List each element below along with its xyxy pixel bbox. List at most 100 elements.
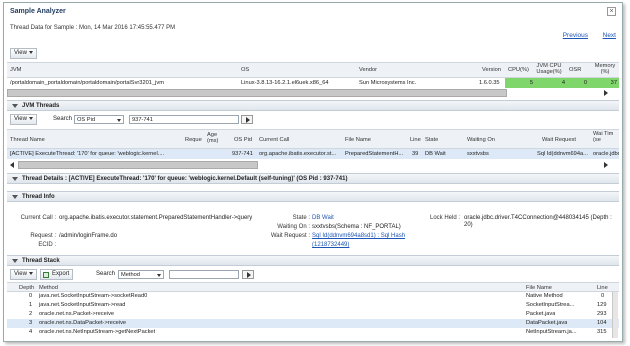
dialog-subtitle: Thread Data for Sample : Mon, 14 Mar 201…	[10, 25, 176, 31]
stack-row[interactable]: 0 java.net.SocketInputStream->socketRead…	[7, 292, 619, 301]
view-label: View	[14, 271, 27, 277]
stack-table-body: 0 java.net.SocketInputStream->socketRead…	[7, 292, 619, 340]
stack-vertical-scrollbar[interactable]	[612, 292, 618, 338]
lock-held-label: Lock Held :	[430, 215, 461, 221]
stack-row[interactable]: 1 java.net.SocketInputStream->read Socke…	[7, 301, 619, 310]
export-icon	[43, 272, 49, 278]
state-label: State :	[292, 215, 310, 221]
jvm-memory: 37	[589, 78, 619, 88]
stack-search-go-button[interactable]	[242, 270, 254, 279]
stack-view-menu[interactable]: View	[10, 269, 37, 280]
col-method: Method	[39, 285, 58, 291]
scroll-right-icon[interactable]	[604, 90, 608, 96]
col-line: Line	[597, 285, 608, 291]
jvm-horizontal-scrollbar[interactable]	[7, 89, 507, 97]
col-cpu: CPU(%)	[508, 67, 529, 73]
request-label: Request :	[30, 233, 56, 239]
jvm-threads-section-header[interactable]: JVM Threads	[7, 100, 619, 111]
col-os-pid: OS Pid	[234, 137, 253, 143]
threads-search-input[interactable]: 937-741	[129, 115, 239, 124]
state-value: DB Wait	[312, 215, 334, 221]
thread-line-cell: 39	[412, 151, 419, 157]
jvm-vendor: Sun Microsystems Inc.	[359, 80, 417, 86]
thread-info-header[interactable]: Thread Info	[7, 191, 619, 202]
col-age: Age (ms)	[207, 132, 219, 144]
stack-row[interactable]: 4 oracle.net.ns.NetInputStream->getNextP…	[7, 328, 619, 337]
stack-search-input[interactable]	[169, 270, 239, 279]
stack-method: oracle.net.ns.NetInputStream->getNextPac…	[39, 329, 156, 335]
threads-view-menu[interactable]: View	[10, 114, 37, 125]
thread-name-cell: [ACTIVE] ExecuteThread: '170' for queue:…	[10, 151, 165, 157]
thread-details-header[interactable]: Thread Details : [ACTIVE] ExecuteThread:…	[7, 173, 619, 184]
col-file-name: File Name	[345, 137, 371, 143]
stack-line: 315	[597, 329, 607, 335]
search-field-value: Method	[121, 272, 140, 278]
col-os: OS	[241, 67, 250, 73]
threads-table-header: Thread Name Reque Age (ms) OS Pid Curren…	[7, 129, 619, 149]
col-current-call: Current Call	[259, 137, 290, 143]
stack-file: Native Method	[526, 293, 563, 299]
ecid-label: ECID :	[38, 242, 56, 248]
col-line: Line	[410, 137, 421, 143]
view-label: View	[14, 116, 27, 122]
sample-analyzer-dialog: Sample Analyzer × Thread Data for Sample…	[3, 2, 623, 342]
collapse-triangle-icon	[12, 177, 18, 181]
view-label: View	[14, 50, 27, 56]
threads-search-field-select[interactable]: OS Pid	[74, 115, 124, 124]
collapse-triangle-icon	[12, 104, 18, 108]
jvm-name: /portaldomain_portaldomain/portaldomain/…	[10, 80, 164, 86]
stack-line: 129	[597, 302, 607, 308]
threads-table-row[interactable]: [ACTIVE] ExecuteThread: '170' for queue:…	[7, 149, 619, 159]
stack-row[interactable]: 3 oracle.net.ns.DataPacket->receive Data…	[7, 319, 619, 328]
scroll-left-icon[interactable]	[10, 162, 14, 168]
jvm-table-header: JVM OS Vendor Version CPU(%) JVM CPU Usa…	[7, 62, 619, 78]
col-request: Reque	[185, 137, 202, 143]
previous-link[interactable]: Previous	[563, 32, 588, 39]
thread-current-call-cell: org.apache.ibatis.executor.st...	[259, 151, 337, 157]
thread-stack-title: Thread Stack	[22, 258, 60, 264]
stack-table-header: Depth Method File Name Line	[7, 282, 619, 292]
thread-info-title: Thread Info	[22, 194, 55, 200]
col-depth: Depth	[19, 285, 35, 291]
col-thread-name: Thread Name	[10, 137, 45, 143]
jvm-table-row[interactable]: /portaldomain_portaldomain/portaldomain/…	[7, 78, 619, 88]
stack-method: oracle.net.ns.DataPacket->receive	[39, 320, 127, 326]
stack-file: NetInputStream.ja...	[526, 329, 577, 335]
export-button[interactable]: Export	[40, 269, 74, 280]
col-jvm: JVM	[10, 67, 22, 73]
jvm-version: 1.6.0.35	[479, 80, 500, 86]
thread-wait-extra-cell: oracle.jdbc	[593, 151, 619, 157]
threads-search-label: Search	[53, 116, 73, 122]
jvm-view-menu[interactable]: View	[10, 48, 37, 59]
threads-horizontal-scrollbar[interactable]	[18, 161, 258, 169]
close-icon[interactable]: ×	[607, 7, 616, 16]
stack-depth: 1	[29, 302, 33, 308]
threads-search-go-button[interactable]	[241, 115, 253, 124]
stack-depth: 4	[29, 329, 33, 335]
collapse-triangle-icon	[12, 259, 18, 263]
col-file-name: File Name	[526, 285, 552, 291]
stack-file: Packet.java	[526, 311, 556, 317]
next-link[interactable]: Next	[603, 32, 616, 39]
thread-wait-request-cell: Sql Id(ddnvm694a...	[537, 151, 588, 157]
stack-depth: 3	[29, 320, 33, 326]
thread-os-pid-cell: 937-741	[232, 151, 253, 157]
thread-file-name-cell: PreparedStatementH...	[345, 151, 404, 157]
stack-line: 293	[597, 311, 607, 317]
wait-request-link[interactable]: Sql Id(ddnvm694a8sd1) : Sql Hash	[312, 233, 405, 239]
stack-row[interactable]: 2 oracle.net.ns.Packet->receive Packet.j…	[7, 310, 619, 319]
stack-depth: 0	[29, 293, 33, 299]
go-arrow-icon	[247, 272, 251, 278]
jvm-cpu-usage: 4	[535, 78, 567, 88]
col-state: State	[425, 137, 439, 143]
waiting-on-label: Waiting On :	[277, 224, 310, 230]
stack-method: java.net.SocketInputStream->socketRead0	[39, 293, 148, 299]
wait-request-hash-link[interactable]: (1218732449)	[312, 242, 349, 248]
lock-held-value: oracle.jdbc.driver.T4CConnection@4480341…	[464, 215, 612, 228]
stack-search-field-select[interactable]: Method	[118, 270, 164, 279]
stack-line: 104	[597, 320, 607, 326]
scroll-right-icon[interactable]	[604, 162, 608, 168]
chevron-down-icon	[117, 119, 121, 122]
export-label: Export	[52, 271, 70, 277]
thread-stack-header[interactable]: Thread Stack	[7, 255, 619, 266]
